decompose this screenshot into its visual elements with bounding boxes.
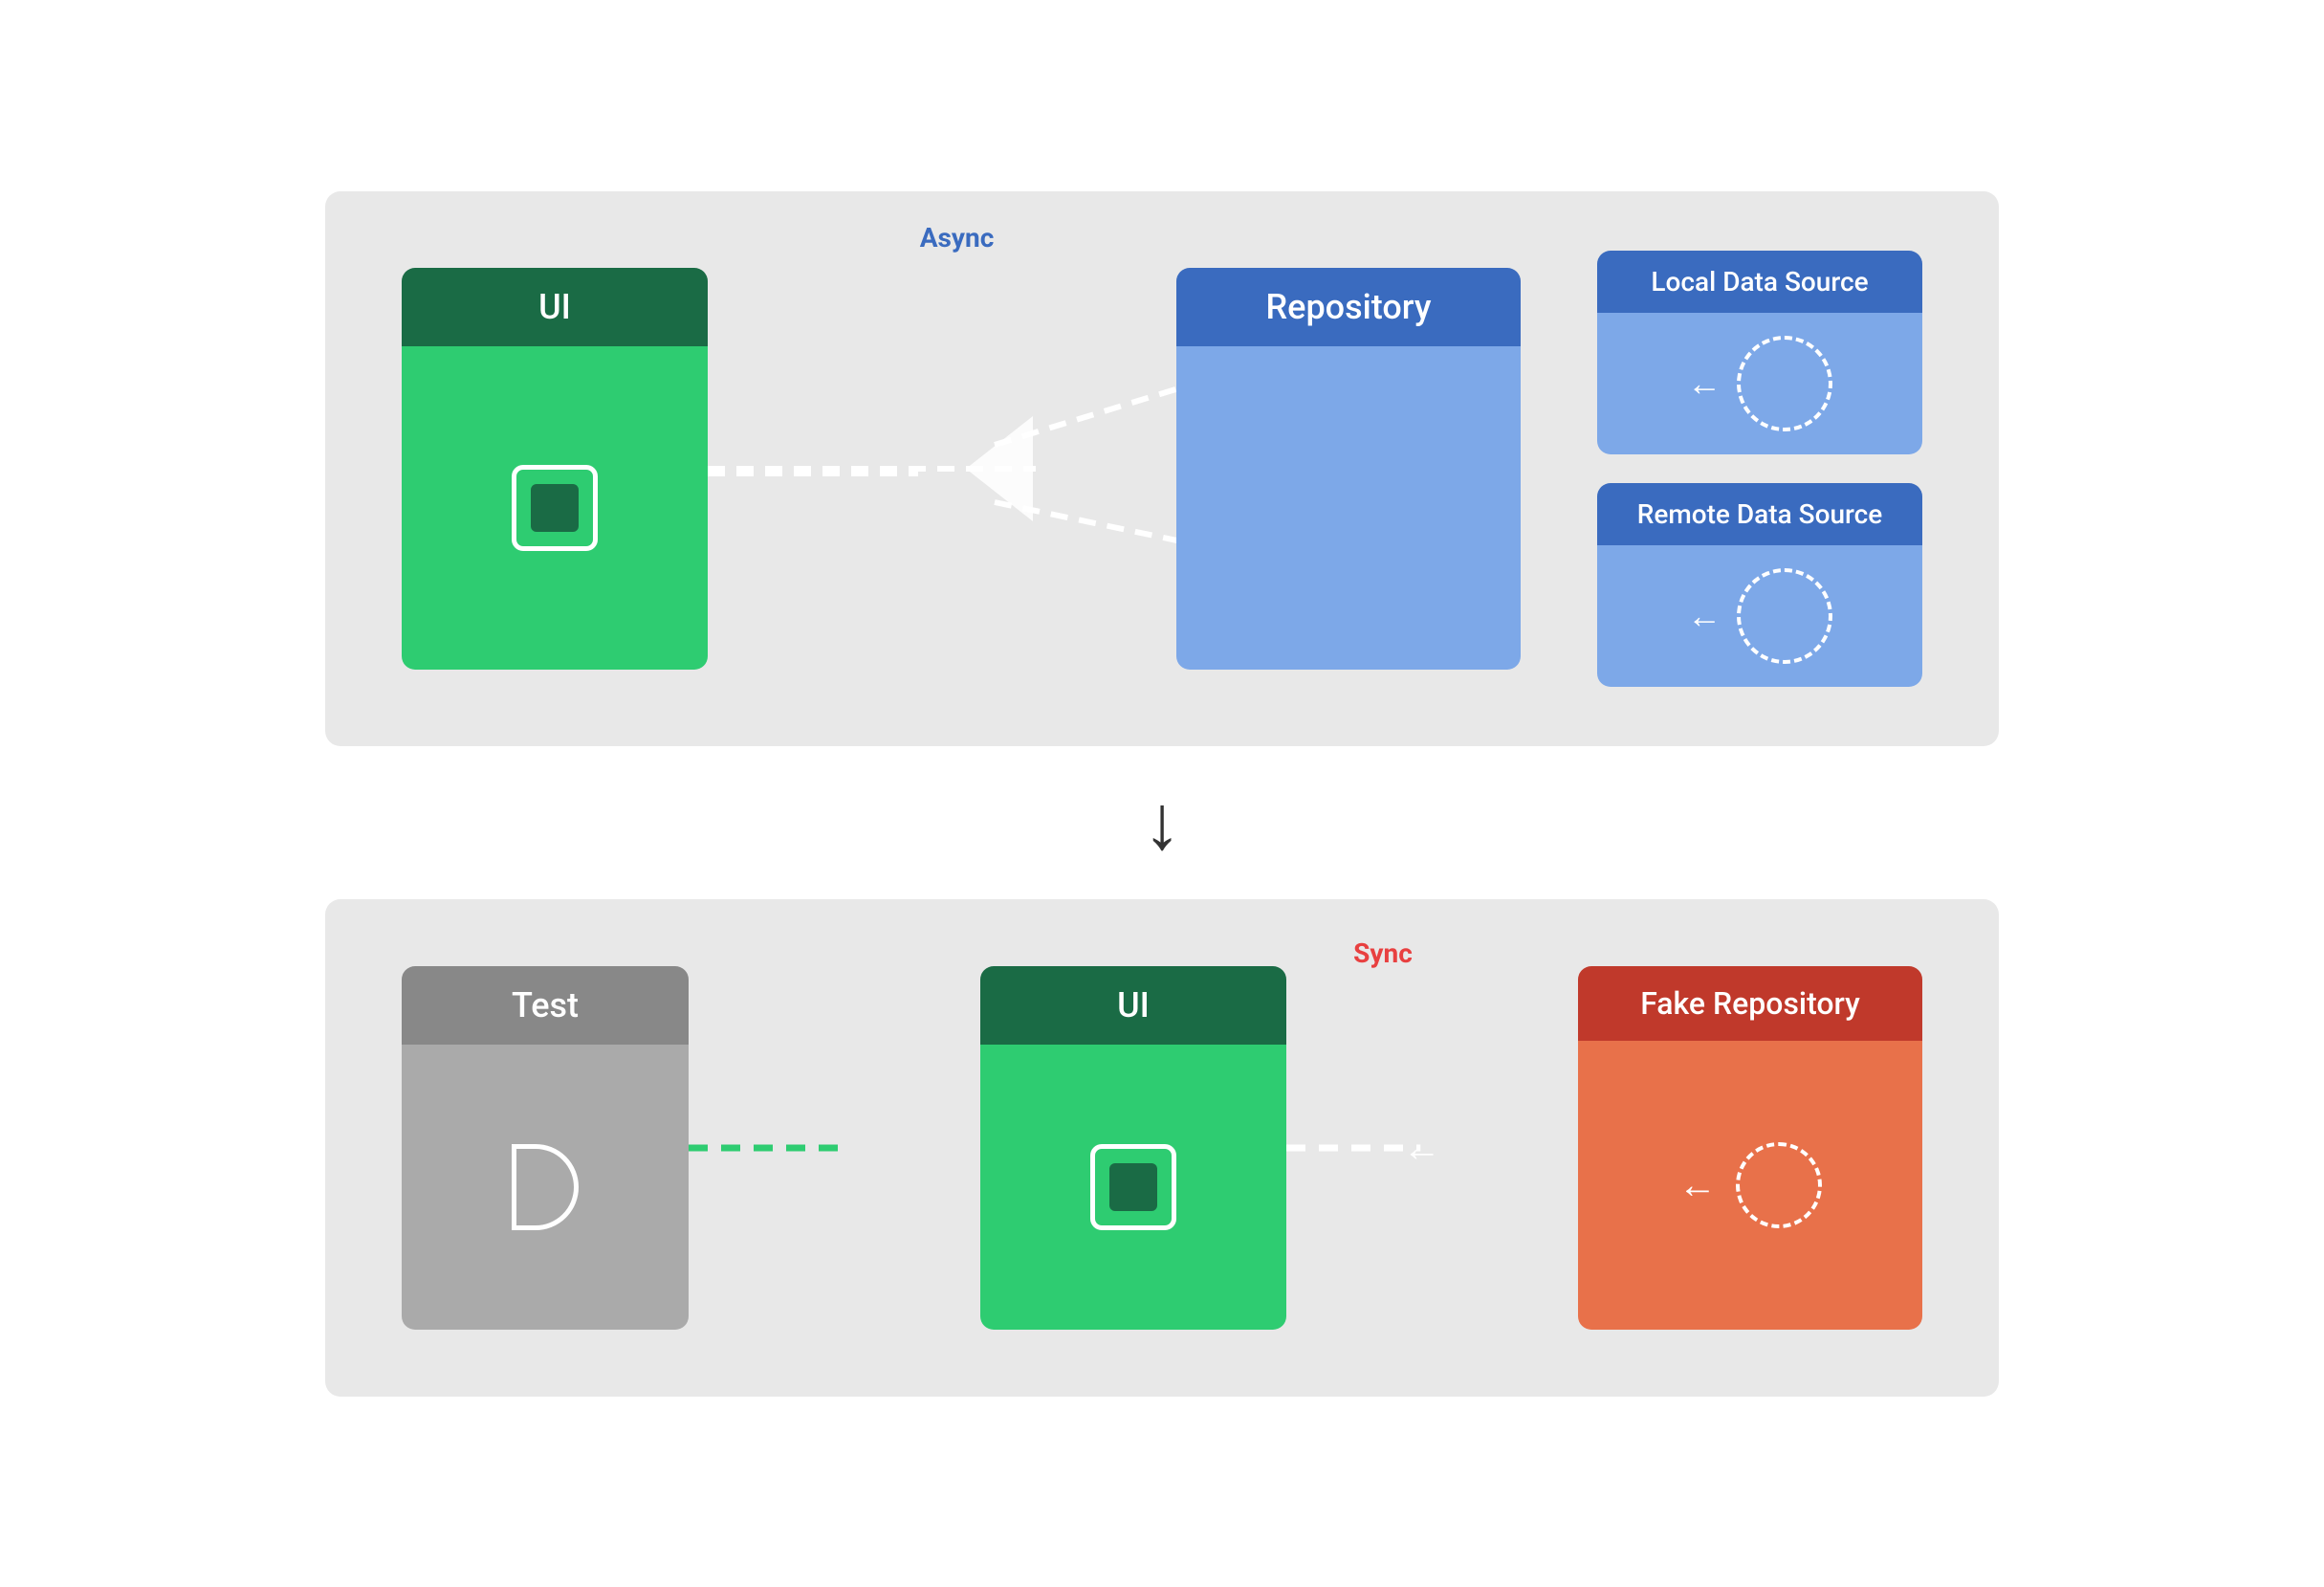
bottom-inner: Test UI [402, 966, 1922, 1330]
ui-block: UI [402, 268, 708, 670]
repo-block-body [1176, 346, 1521, 670]
ui-to-fakerepo-connector: Sync ← [1286, 966, 1444, 1330]
local-ds-body: ← [1597, 313, 1922, 454]
sync-label: Sync [1353, 937, 1413, 969]
bottom-diagram: Test UI [325, 899, 1999, 1397]
main-diagram-container: UI Async [38, 191, 2286, 1397]
bottom-ui-block-body [980, 1045, 1286, 1330]
fake-repo-block: Fake Repository ← [1578, 966, 1922, 1330]
ui-block-body [402, 346, 708, 670]
fake-repo-body: ← [1578, 1041, 1922, 1330]
fake-repo-label: Fake Repository [1640, 985, 1860, 1022]
ui-label: UI [538, 287, 571, 327]
test-block: Test [402, 966, 689, 1330]
top-diagram: UI Async [325, 191, 1999, 746]
bottom-ui-square-icon [1090, 1144, 1176, 1230]
remote-ds-circle [1737, 568, 1832, 664]
test-to-ui-connector [689, 966, 846, 1330]
async-arrow-svg [708, 251, 1176, 687]
ui-square-icon [512, 465, 598, 551]
bottom-ui-square-icon-inner [1109, 1163, 1157, 1211]
d-shape-icon [512, 1144, 579, 1230]
remote-ds-label: Remote Data Source [1637, 498, 1883, 530]
bottom-ui-label: UI [1117, 985, 1150, 1025]
local-ds-circle [1737, 336, 1832, 431]
remote-ds-block: Remote Data Source ← [1597, 483, 1922, 687]
async-label: Async [920, 222, 995, 253]
local-ds-header: Local Data Source [1597, 251, 1922, 313]
bottom-ui-block-header: UI [980, 966, 1286, 1045]
repo-block: Repository [1176, 268, 1521, 670]
bottom-ui-block: UI [980, 966, 1286, 1330]
test-block-body [402, 1045, 689, 1330]
down-arrow-symbol: ↓ [1143, 778, 1181, 868]
sync-arrow-head: ← [1403, 1125, 1441, 1170]
remote-ds-header: Remote Data Source [1597, 483, 1922, 545]
test-block-header: Test [402, 966, 689, 1045]
local-ds-block: Local Data Source ← [1597, 251, 1922, 454]
ui-square-icon-inner [531, 484, 579, 532]
repo-block-header: Repository [1176, 268, 1521, 346]
repo-label: Repository [1266, 287, 1432, 327]
test-to-ui-arrow-svg [689, 966, 846, 1330]
local-ds-label: Local Data Source [1651, 266, 1868, 298]
remote-ds-body: ← [1597, 545, 1922, 687]
test-label: Test [512, 985, 579, 1025]
ui-block-header: UI [402, 268, 708, 346]
data-sources: Local Data Source ← Remote Data Source [1597, 251, 1922, 687]
top-inner: UI Async [402, 251, 1922, 687]
fake-repo-header: Fake Repository [1578, 966, 1922, 1041]
async-triangle [966, 416, 1033, 521]
down-arrow: ↓ [1143, 784, 1181, 861]
fake-repo-circle [1736, 1142, 1822, 1228]
ui-to-repo-connector: Async [708, 251, 1176, 687]
